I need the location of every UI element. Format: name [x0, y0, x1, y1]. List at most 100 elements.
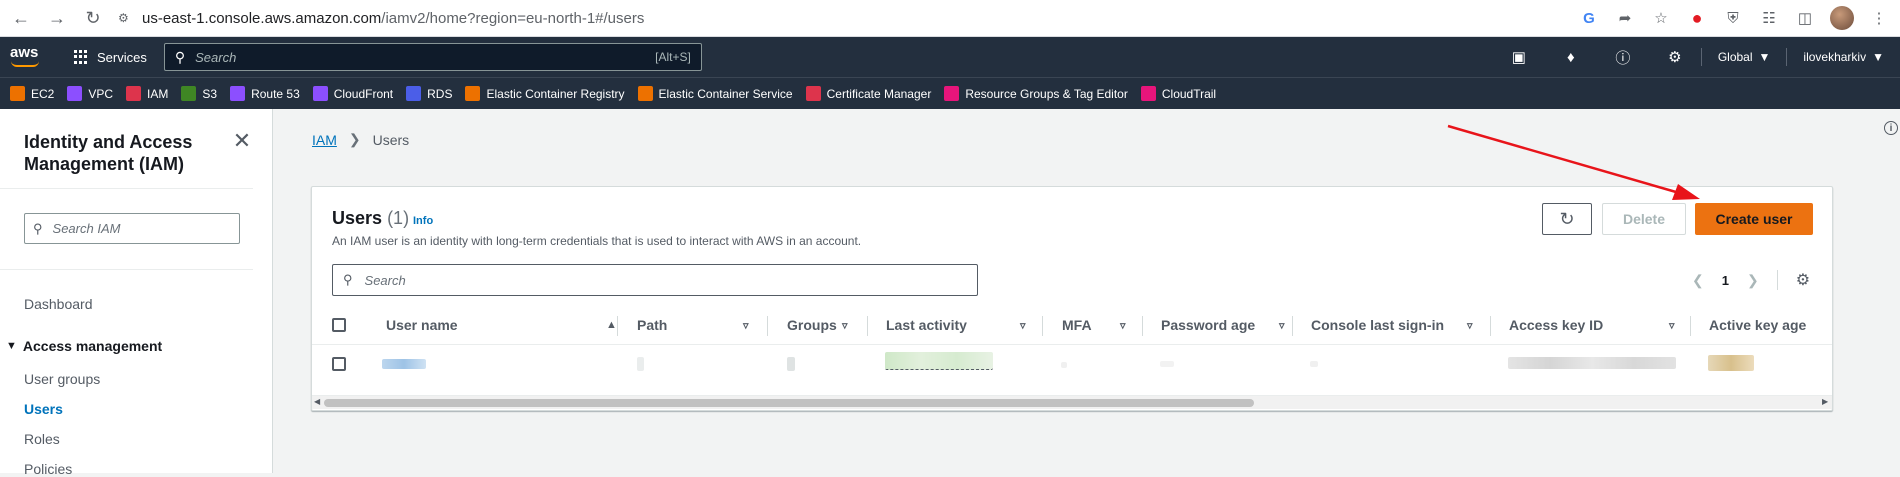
sidebar-item-user-groups[interactable]: User groups — [24, 371, 100, 387]
favorite-acm[interactable]: Certificate Manager — [805, 86, 932, 101]
puzzle-extensions-icon[interactable]: ☷ — [1758, 7, 1780, 29]
chevron-right-icon: ❯ — [348, 131, 361, 147]
favorites-bar: EC2 VPC IAM S3 Route 53 CloudFront RDS E… — [0, 77, 1900, 109]
aws-top-navigation: aws Services ⚲ Search [Alt+S] ▣ ♦ ⓘ ⚙ Gl… — [0, 37, 1900, 77]
column-user-name[interactable]: User name ▲ — [386, 305, 617, 345]
favorite-cloudtrail[interactable]: CloudTrail — [1140, 86, 1217, 101]
google-icon[interactable]: G — [1578, 7, 1600, 29]
favorite-label: IAM — [147, 86, 169, 101]
column-password-age[interactable]: Password age ▿ — [1161, 305, 1285, 345]
favorite-s3[interactable]: S3 — [181, 86, 217, 101]
scroll-left-icon[interactable]: ◀ — [314, 397, 320, 406]
browser-toolbar: ← → ↻ ⚙ us-east-1.console.aws.amazon.com… — [0, 0, 1900, 37]
sidepanel-icon[interactable]: ◫ — [1794, 7, 1816, 29]
password-age-cell — [1160, 361, 1174, 367]
iam-sidebar: Identity and Access Management (IAM) ✕ ⚲… — [0, 109, 273, 477]
notifications-bell-icon[interactable]: ♦ — [1545, 37, 1597, 77]
favorite-ecs[interactable]: Elastic Container Service — [637, 86, 793, 101]
column-divider — [1292, 316, 1293, 336]
favorite-iam[interactable]: IAM — [126, 86, 168, 101]
scrollbar-thumb[interactable] — [324, 399, 1254, 407]
horizontal-scrollbar[interactable]: ◀ ▶ — [312, 395, 1832, 409]
global-search-input[interactable]: ⚲ Search [Alt+S] — [163, 43, 702, 71]
row-checkbox[interactable] — [332, 357, 346, 371]
reload-icon[interactable]: ↻ — [78, 3, 108, 33]
services-menu-button[interactable]: Services — [74, 49, 147, 65]
breadcrumb-current: Users — [372, 131, 410, 148]
close-icon[interactable]: ✕ — [230, 128, 254, 153]
sidebar-divider — [0, 188, 253, 189]
account-menu[interactable]: ilovekharkiv ▼ — [1787, 50, 1900, 64]
region-label: Global — [1717, 50, 1753, 64]
active-key-age-cell — [1708, 355, 1754, 371]
favorite-route53[interactable]: Route 53 — [230, 86, 300, 101]
breadcrumb: IAM ❯ Users — [312, 131, 409, 148]
url-path: /iamv2/home?region=eu-north-1#/users — [381, 9, 645, 27]
sidebar-item-dashboard[interactable]: Dashboard — [24, 296, 93, 312]
column-divider — [1142, 316, 1143, 336]
table-row[interactable] — [312, 346, 1832, 382]
favorite-label: CloudTrail — [1161, 86, 1217, 101]
profile-avatar[interactable] — [1830, 6, 1854, 30]
create-user-button[interactable]: Create user — [1695, 203, 1813, 235]
column-path[interactable]: Path ▿ — [637, 305, 749, 345]
account-label: ilovekharkiv — [1803, 50, 1867, 64]
share-icon[interactable]: ➦ — [1614, 7, 1636, 29]
user-name-link[interactable] — [382, 359, 426, 369]
page-number[interactable]: 1 — [1722, 273, 1729, 288]
search-placeholder: Search — [195, 49, 237, 65]
favorite-resource-groups[interactable]: Resource Groups & Tag Editor — [944, 86, 1128, 101]
site-info-icon[interactable]: ⚙ — [118, 11, 132, 25]
sidebar-item-users[interactable]: Users — [24, 401, 63, 417]
help-icon[interactable]: ⓘ — [1597, 37, 1649, 77]
settings-gear-icon[interactable]: ⚙ — [1649, 37, 1701, 77]
favorite-cloudfront[interactable]: CloudFront — [312, 86, 393, 101]
info-panel-icon[interactable]: i — [1884, 121, 1898, 135]
select-all-checkbox[interactable] — [332, 318, 346, 332]
favorite-label: Elastic Container Service — [658, 86, 793, 101]
browser-menu-icon[interactable]: ⋮ — [1868, 7, 1890, 29]
aws-smile-icon — [11, 61, 39, 67]
column-mfa[interactable]: MFA ▿ — [1062, 305, 1126, 345]
refresh-icon: ↻ — [1559, 208, 1575, 229]
column-groups[interactable]: Groups — [787, 305, 841, 345]
favorite-rds[interactable]: RDS — [406, 86, 452, 101]
back-icon[interactable]: ← — [6, 3, 36, 33]
cloudshell-icon[interactable]: ▣ — [1493, 37, 1545, 77]
address-bar[interactable]: ⚙ us-east-1.console.aws.amazon.com /iamv… — [118, 4, 1578, 32]
sort-icon: ▿ — [1020, 319, 1026, 332]
favorite-label: Certificate Manager — [826, 86, 932, 101]
forward-icon[interactable]: → — [42, 3, 72, 33]
column-active-key-age[interactable]: Active key age — [1709, 305, 1806, 345]
column-access-key-id[interactable]: Access key ID ▿ — [1509, 305, 1675, 345]
aws-logo[interactable]: aws — [10, 44, 46, 70]
bookmark-star-icon[interactable]: ☆ — [1650, 7, 1672, 29]
chevron-right-icon[interactable]: ❯ — [1747, 272, 1759, 289]
breadcrumb-iam-link[interactable]: IAM — [312, 132, 337, 148]
delete-button[interactable]: Delete — [1602, 203, 1686, 235]
column-last-activity[interactable]: Last activity ▿ — [886, 305, 1026, 345]
column-console-last-sign-in[interactable]: Console last sign-in ▿ — [1311, 305, 1473, 345]
scroll-right-icon[interactable]: ▶ — [1822, 397, 1828, 406]
info-link[interactable]: Info — [413, 215, 433, 227]
favorite-label: RDS — [427, 86, 453, 101]
shield-extension-icon[interactable]: ⛨ — [1722, 7, 1744, 29]
favorite-ec2[interactable]: EC2 — [10, 86, 54, 101]
refresh-button[interactable]: ↻ — [1542, 203, 1592, 235]
sidebar-section-access-management[interactable]: ▼ Access management — [6, 338, 162, 354]
chevron-left-icon[interactable]: ❮ — [1692, 272, 1704, 289]
table-search-input[interactable]: ⚲ Search — [332, 264, 978, 296]
opera-extension-icon[interactable]: ● — [1686, 7, 1708, 29]
sidebar-item-policies[interactable]: Policies — [24, 461, 72, 477]
region-selector[interactable]: Global ▼ — [1702, 50, 1787, 64]
last-activity-cell[interactable] — [885, 352, 993, 370]
sidebar-item-roles[interactable]: Roles — [24, 431, 60, 447]
column-divider — [1690, 316, 1691, 336]
sidebar-search-input[interactable]: ⚲ Search IAM — [24, 213, 240, 244]
column-label: Console last sign-in — [1311, 317, 1445, 333]
favorite-ecr[interactable]: Elastic Container Registry — [465, 86, 625, 101]
services-grid-icon — [74, 49, 89, 65]
favorite-vpc[interactable]: VPC — [67, 86, 113, 101]
table-preferences-gear-icon[interactable]: ⚙ — [1796, 270, 1810, 290]
caret-down-icon: ▼ — [1872, 50, 1884, 64]
